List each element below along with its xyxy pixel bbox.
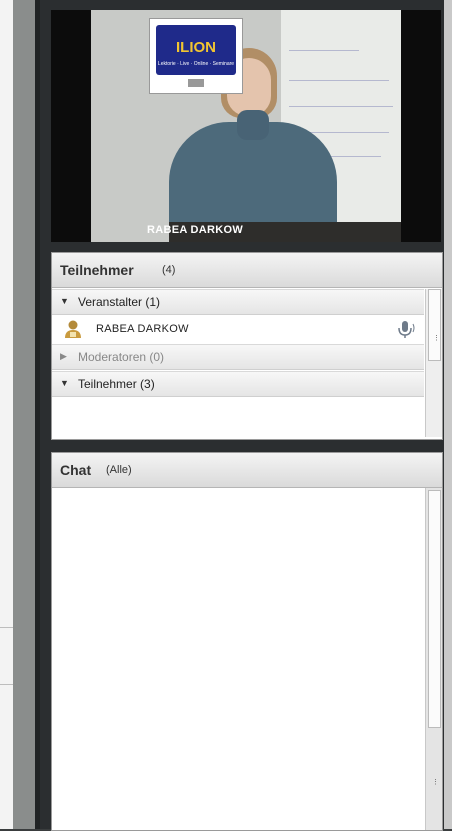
chat-pod-header[interactable]: Chat (Alle)	[52, 453, 442, 488]
window-edge	[444, 0, 452, 829]
chat-pod: Chat (Alle) ⋮	[51, 452, 443, 831]
chat-pod-title: Chat	[60, 462, 92, 478]
webcam-video[interactable]: ILION Lektorie · Live · Online · Seminar…	[91, 10, 401, 242]
participants-pod: Teilnehmer (4) ▼ Veranstalter (1) RABEA …	[51, 252, 443, 440]
participant-row[interactable]: RABEA DARKOW	[52, 315, 424, 343]
ilion-logo: ILION Lektorie · Live · Online · Seminar…	[149, 18, 243, 94]
group-label: Veranstalter (1)	[78, 295, 161, 309]
whiteboard-writing	[289, 50, 359, 51]
participant-name: RABEA DARKOW	[96, 323, 189, 335]
scrollbar-thumb[interactable]	[428, 490, 441, 728]
grip-icon: ⋮	[433, 335, 440, 342]
microphone-icon	[398, 321, 415, 338]
expand-down-icon[interactable]: ▼	[60, 296, 69, 306]
expand-right-icon[interactable]: ▶	[60, 351, 67, 362]
participants-count: (4)	[162, 264, 176, 276]
logo-monitor-icon: ILION Lektorie · Live · Online · Seminar…	[156, 25, 236, 75]
whiteboard-writing	[289, 106, 393, 107]
group-teilnehmer[interactable]: ▼ Teilnehmer (3)	[52, 371, 424, 397]
participants-pod-header[interactable]: Teilnehmer (4)	[52, 253, 442, 288]
group-veranstalter[interactable]: ▼ Veranstalter (1)	[52, 289, 424, 315]
canvas-divider	[0, 627, 13, 628]
participants-pod-title: Teilnehmer	[60, 262, 134, 278]
expand-down-icon[interactable]: ▼	[60, 378, 69, 388]
video-pod: ILION Lektorie · Live · Online · Seminar…	[51, 10, 441, 242]
host-user-icon	[65, 320, 81, 338]
scrollbar-thumb[interactable]: ⋮	[428, 289, 441, 361]
chat-message-area[interactable]	[52, 488, 424, 830]
right-pod-column: ILION Lektorie · Live · Online · Seminar…	[40, 0, 452, 831]
chat-scrollbar[interactable]: ⋮	[425, 488, 442, 830]
presenter-name-caption: RABEA DARKOW	[147, 224, 244, 236]
whiteboard-writing	[289, 80, 389, 81]
logo-monitor-stand	[188, 79, 204, 87]
logo-subtitle: Lektorie · Live · Online · Seminare	[157, 61, 235, 67]
share-canvas-area	[0, 0, 40, 829]
grip-icon: ⋮	[432, 779, 439, 786]
group-label: Teilnehmer (3)	[78, 377, 155, 391]
canvas-frame	[13, 0, 35, 829]
presenter-collar	[237, 110, 269, 140]
group-moderatoren[interactable]: ▶ Moderatoren (0)	[52, 344, 424, 370]
canvas-edge	[0, 0, 13, 829]
group-label: Moderatoren (0)	[78, 350, 165, 364]
canvas-divider	[0, 684, 13, 685]
participants-scrollbar[interactable]: ⋮	[425, 289, 442, 437]
chat-scope[interactable]: (Alle)	[106, 464, 132, 476]
logo-title: ILION	[176, 39, 216, 56]
